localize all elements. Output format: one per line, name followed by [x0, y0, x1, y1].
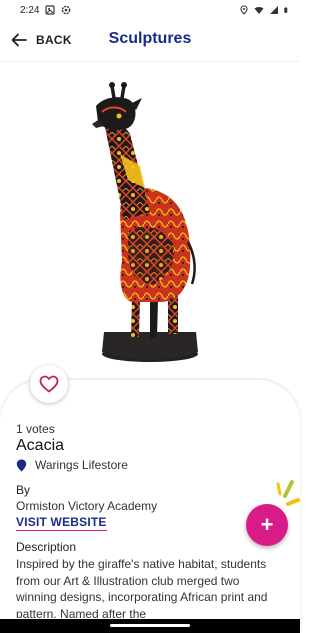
- giraffe-sculpture-illustration: [92, 82, 198, 362]
- plus-icon: +: [260, 512, 274, 537]
- app-bar: BACK Sculptures: [0, 20, 300, 62]
- heart-icon: [39, 375, 59, 393]
- status-bar: 2:24: [0, 0, 300, 20]
- wifi-icon: [254, 7, 264, 14]
- location-icon: [240, 5, 248, 15]
- battery-icon: [284, 7, 288, 13]
- signal-icon: [270, 6, 278, 14]
- add-button[interactable]: +: [246, 504, 288, 546]
- status-time: 2:24: [20, 4, 40, 16]
- map-pin-icon: [16, 459, 27, 471]
- location-row: Warings Lifestore: [16, 458, 128, 472]
- description-label: Description: [16, 540, 77, 554]
- creator-name: Ormiston Victory Academy: [16, 499, 158, 513]
- like-button[interactable]: [30, 365, 68, 403]
- sculpture-name: Acacia: [16, 437, 65, 454]
- by-label: By: [16, 483, 31, 497]
- location-name: Warings Lifestore: [35, 458, 128, 472]
- arrow-left-icon: [11, 33, 27, 47]
- home-indicator[interactable]: [110, 624, 190, 627]
- vote-count: 1 votes: [16, 422, 55, 436]
- visit-website-link[interactable]: VISIT WEBSITE: [16, 515, 107, 531]
- description-text: Inspired by the giraffe's native habitat…: [16, 557, 268, 618]
- settings-icon: [62, 5, 71, 15]
- navigation-bar: [0, 619, 300, 633]
- back-button[interactable]: BACK: [10, 29, 72, 51]
- sculpture-image: [0, 62, 300, 392]
- photo-icon: [45, 5, 56, 15]
- back-label: BACK: [36, 33, 72, 47]
